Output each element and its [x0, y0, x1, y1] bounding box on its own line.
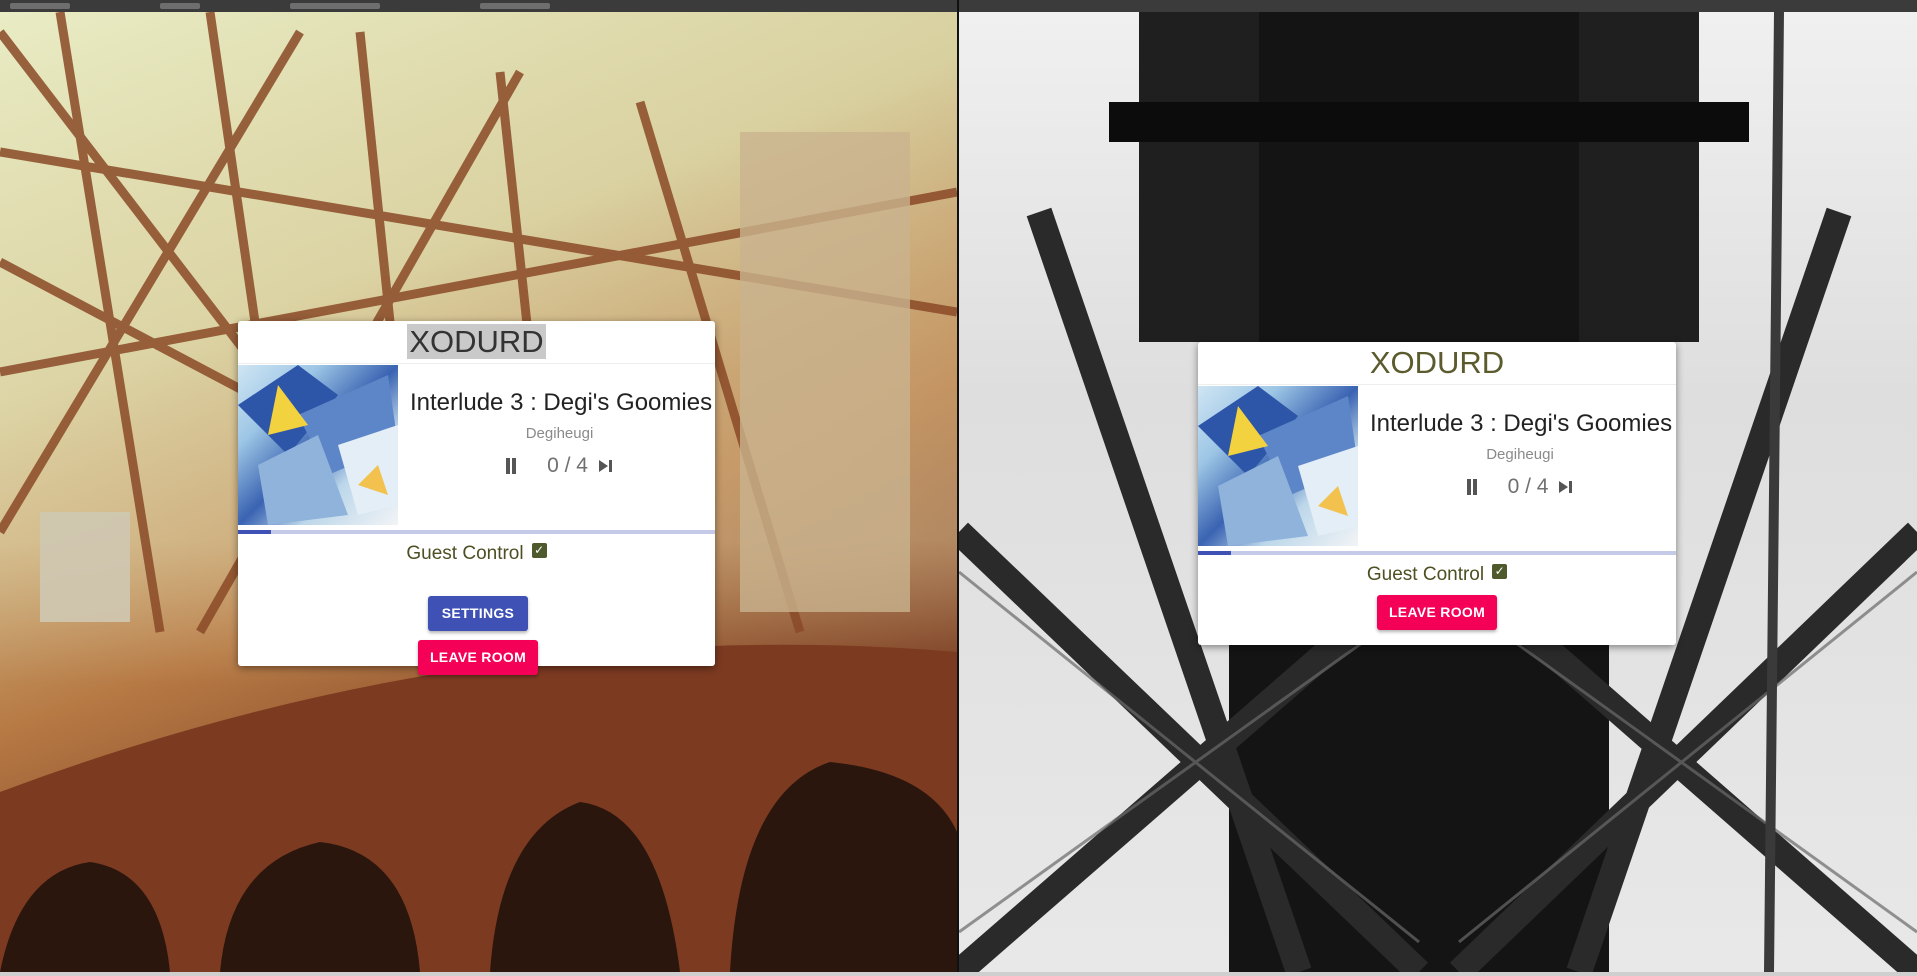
header-divider [1198, 384, 1676, 385]
room-code-title: XODURD [407, 324, 546, 359]
song-progress-fill [238, 530, 272, 534]
tab-strip-item[interactable] [290, 3, 380, 9]
player-controls: 0 / 4 [1370, 472, 1670, 502]
tab-strip-item[interactable] [160, 3, 200, 9]
track-artist: Degiheugi [1486, 446, 1554, 463]
guest-control-row: Guest Control ✓ [238, 541, 715, 567]
leave-room-button[interactable]: LEAVE ROOM [418, 640, 538, 675]
track-position: 0 / 4 [547, 454, 588, 478]
room-card: XODURD Interlude 3 : Degi's Goomies Degi… [238, 321, 715, 675]
album-art [238, 365, 398, 525]
player-controls: 0 / 4 [410, 451, 709, 481]
skip-next-icon[interactable] [598, 458, 614, 474]
leave-room-button[interactable]: LEAVE ROOM [1377, 595, 1497, 630]
track-position: 0 / 4 [1507, 475, 1549, 499]
right-browser-window: XODURD Interlude 3 : Degi's Goomies Degi… [959, 12, 1917, 972]
song-progress-fill [1198, 551, 1232, 555]
guest-control-row: Guest Control ✓ [1198, 562, 1676, 588]
pause-icon[interactable] [505, 458, 517, 475]
pause-icon[interactable] [1466, 479, 1478, 496]
tab-strip-item[interactable] [480, 3, 550, 9]
track-artist: Degiheugi [525, 425, 594, 442]
bottom-edge [0, 972, 1917, 976]
checkbox-checked-icon[interactable]: ✓ [531, 543, 547, 558]
room-code-title: XODURD [1369, 345, 1505, 380]
room-card: XODURD Interlude 3 : Degi's Goomies Degi… [1198, 342, 1676, 645]
settings-button[interactable]: SETTINGS [428, 596, 528, 631]
guest-control-label: Guest Control [406, 543, 524, 564]
song-progress-bar [1198, 551, 1676, 555]
song-progress-bar [238, 530, 715, 534]
track-title: Interlude 3 : Degi's Goomies [1370, 410, 1673, 437]
album-art [1198, 386, 1358, 546]
skip-next-icon[interactable] [1558, 479, 1574, 495]
guest-control-label: Guest Control [1366, 564, 1485, 585]
left-browser-window: XODURD Interlude 3 : Degi's Goomies Degi… [0, 12, 957, 972]
track-title: Interlude 3 : Degi's Goomies [410, 389, 713, 416]
header-divider [238, 363, 715, 364]
tab-strip-item[interactable] [10, 3, 70, 9]
checkbox-checked-icon[interactable]: ✓ [1492, 564, 1508, 579]
